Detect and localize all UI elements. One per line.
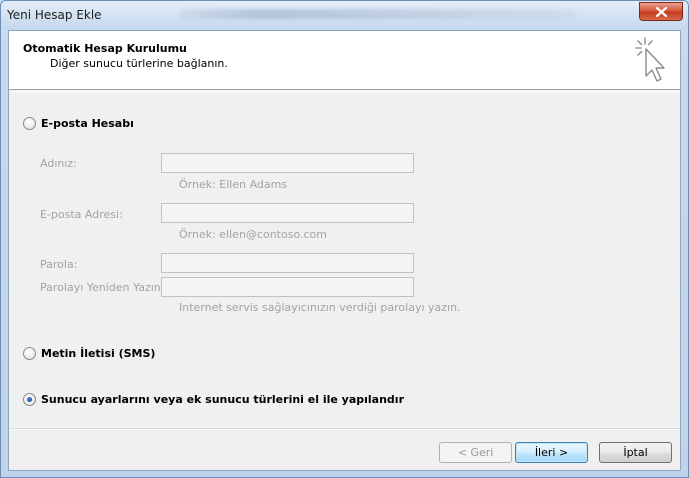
cursor-sparkle-icon [635,37,665,82]
email-account-label: E-posta Hesabı [41,117,134,130]
title-bar-blurred-background [181,9,576,19]
email-label: E-posta Adresi: [40,208,123,221]
title-bar[interactable]: Yeni Hesap Ekle [1,1,688,30]
sms-radio[interactable] [23,347,36,360]
email-hint: Örnek: ellen@contoso.com [179,228,327,241]
password-input[interactable] [161,253,414,273]
header-separator [9,91,680,92]
page-title: Otomatik Hesap Kurulumu [23,42,187,55]
email-account-option[interactable]: E-posta Hesabı [23,117,134,130]
back-button[interactable]: < Geri [439,442,512,463]
close-button[interactable] [639,2,683,21]
close-icon [655,6,667,17]
manual-config-option[interactable]: Sunucu ayarlarını veya ek sunucu türleri… [23,393,404,406]
wizard-header: Otomatik Hesap Kurulumu Diğer sunucu tür… [9,31,680,90]
sms-option[interactable]: Metin İletisi (SMS) [23,347,155,360]
retype-password-input[interactable] [161,277,414,297]
sms-label: Metin İletisi (SMS) [41,347,156,360]
next-button[interactable]: İleri > [515,442,588,463]
password-label: Parola: [40,258,78,271]
page-subtitle: Diğer sunucu türlerine bağlanın. [50,57,228,70]
manual-config-radio[interactable] [23,393,36,406]
footer-separator-highlight [9,429,680,430]
name-label: Adınız: [40,157,77,170]
password-hint: Internet servis sağlayıcınızın verdiği p… [179,301,461,314]
manual-config-label: Sunucu ayarlarını veya ek sunucu türleri… [41,393,404,406]
add-account-window: Yeni Hesap Ekle Otomatik Hesap Kurulumu … [0,0,689,478]
wizard-client-area: Otomatik Hesap Kurulumu Diğer sunucu tür… [8,30,681,471]
window-title: Yeni Hesap Ekle [7,8,102,22]
cancel-button[interactable]: İptal [599,442,672,463]
email-input[interactable] [161,203,414,223]
name-hint: Örnek: Ellen Adams [179,178,288,191]
retype-password-label: Parolayı Yeniden Yazın: [40,281,165,294]
email-account-radio[interactable] [23,117,36,130]
name-input[interactable] [161,153,414,173]
